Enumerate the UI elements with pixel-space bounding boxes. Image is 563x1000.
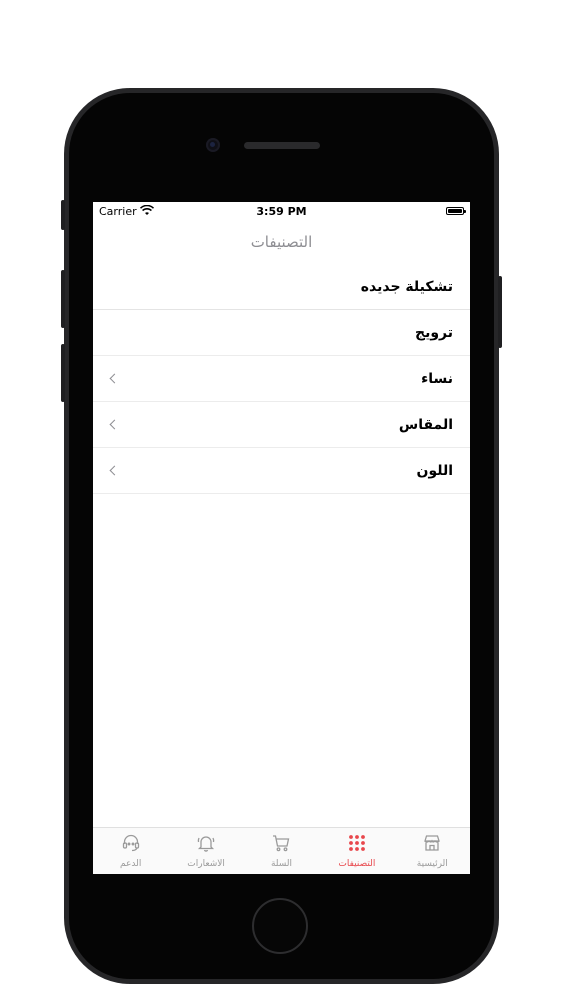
home-button[interactable]	[252, 898, 308, 954]
tab-home[interactable]: الرئيسية	[395, 828, 470, 874]
category-label: اللون	[416, 462, 454, 479]
tab-label: الاشعارات	[187, 859, 225, 869]
tab-support[interactable]: الدعم	[93, 828, 168, 874]
category-label: المقاس	[398, 416, 453, 433]
bell-icon	[196, 833, 216, 857]
category-row-women[interactable]: نساء	[93, 356, 470, 402]
chevron-left-icon	[109, 373, 120, 384]
headset-icon	[121, 833, 141, 857]
category-row-promotion[interactable]: ترويج	[93, 310, 470, 356]
clock: 3:59 PM	[256, 205, 307, 218]
app-screen: Carrier 3:59 PM التصنيفات تشكيلة جديده ت…	[93, 202, 470, 874]
volume-up-button	[61, 270, 65, 328]
cart-icon	[271, 833, 291, 857]
category-row-new-collection[interactable]: تشكيلة جديده	[93, 264, 470, 310]
category-list: تشكيلة جديده ترويج نساء المقاس اللون	[93, 264, 470, 494]
tab-cart[interactable]: السلة	[244, 828, 319, 874]
tab-label: الدعم	[120, 859, 142, 869]
category-row-size[interactable]: المقاس	[93, 402, 470, 448]
volume-down-button	[61, 344, 65, 402]
front-camera	[206, 138, 220, 152]
tab-label: السلة	[270, 859, 293, 869]
tab-bar: الرئيسية التصنيفات السلة الاشعارات الدعم	[93, 827, 470, 874]
grid-dots-icon	[347, 833, 367, 857]
category-row-color[interactable]: اللون	[93, 448, 470, 494]
tab-categories[interactable]: التصنيفات	[319, 828, 394, 874]
tab-notifications[interactable]: الاشعارات	[168, 828, 243, 874]
mute-switch	[61, 200, 65, 230]
page-title: التصنيفات	[250, 233, 313, 251]
category-label: تشكيلة جديده	[360, 278, 453, 295]
status-bar: Carrier 3:59 PM	[93, 202, 470, 224]
tab-label: التصنيفات	[338, 859, 376, 869]
chevron-left-icon	[109, 465, 120, 476]
chevron-left-icon	[109, 419, 120, 430]
store-icon	[422, 833, 442, 857]
battery-icon	[446, 207, 466, 215]
earpiece-speaker	[244, 142, 320, 149]
power-button	[498, 276, 502, 348]
tab-label: الرئيسية	[416, 859, 448, 869]
category-label: ترويج	[414, 324, 453, 341]
category-label: نساء	[421, 370, 453, 387]
